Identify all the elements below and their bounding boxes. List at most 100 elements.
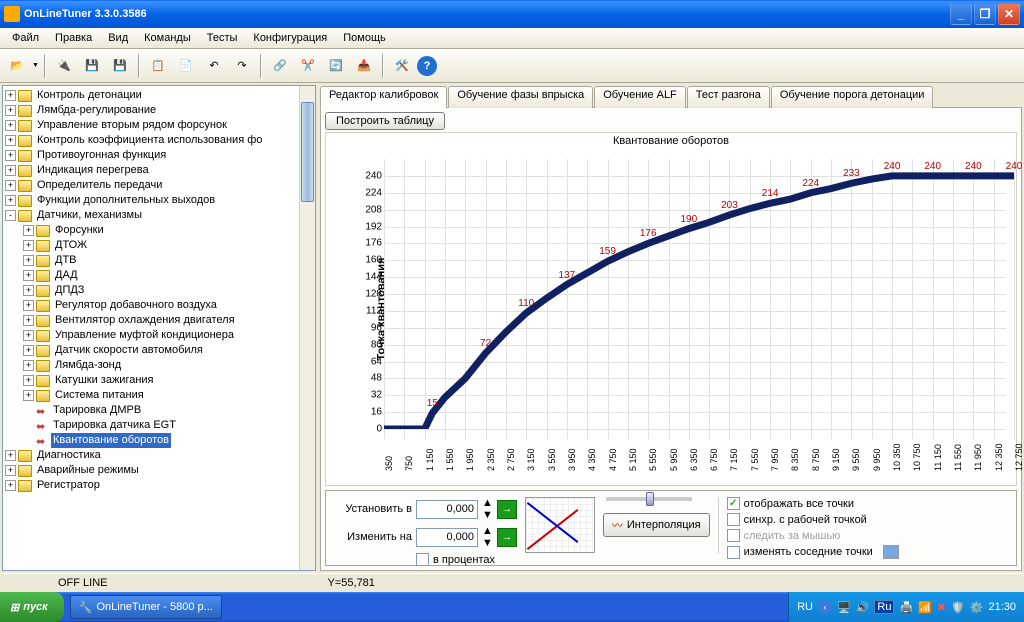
menu-6[interactable]: Помощь bbox=[335, 30, 394, 46]
expander-icon[interactable] bbox=[23, 405, 34, 416]
tray-langbox[interactable]: Ru bbox=[874, 600, 894, 614]
expander-icon[interactable]: + bbox=[5, 195, 16, 206]
tree-label[interactable]: Противоугонная функция bbox=[35, 148, 168, 163]
color-swatch[interactable] bbox=[883, 545, 899, 559]
expander-icon[interactable]: + bbox=[5, 450, 16, 461]
tree-item[interactable]: + Катушки зажигания bbox=[5, 373, 315, 388]
tree-item[interactable]: +Система питания bbox=[5, 388, 315, 403]
tray-icon[interactable]: 🖨️ bbox=[899, 601, 913, 614]
start-button[interactable]: ⊞пуск bbox=[0, 592, 64, 622]
checkbox-0[interactable]: ✓ bbox=[727, 497, 740, 510]
tree-item[interactable]: +Индикация перегрева bbox=[5, 163, 315, 178]
set-input[interactable] bbox=[416, 500, 478, 519]
tree-label[interactable]: Катушки зажигания bbox=[53, 373, 156, 388]
tree-label[interactable]: Функции дополнительных выходов bbox=[35, 193, 217, 208]
tab-3[interactable]: Тест разгона bbox=[687, 86, 770, 108]
tree-label[interactable]: Аварийные режимы bbox=[35, 463, 141, 478]
tray-icon[interactable]: 🔊 bbox=[856, 601, 870, 614]
expander-icon[interactable]: + bbox=[5, 480, 16, 491]
tree-item[interactable]: +Датчик скорости автомобиля bbox=[5, 343, 315, 358]
expander-icon[interactable]: + bbox=[23, 255, 34, 266]
tree-item[interactable]: + Контроль детонации bbox=[5, 88, 315, 103]
copy-icon[interactable]: 📋 bbox=[145, 53, 171, 79]
connect-icon[interactable]: 🔗 bbox=[267, 53, 293, 79]
tree-label[interactable]: ДТВ bbox=[53, 253, 79, 268]
checkbox-3[interactable] bbox=[727, 546, 740, 559]
tree-item[interactable]: + Аварийные режимы bbox=[5, 463, 315, 478]
tree-item[interactable]: + ДТВ bbox=[5, 253, 315, 268]
maximize-button[interactable]: ❐ bbox=[974, 3, 996, 25]
tree-label[interactable]: Регулятор добавочного воздуха bbox=[53, 298, 219, 313]
tab-1[interactable]: Обучение фазы впрыска bbox=[448, 86, 593, 108]
tree-item[interactable]: +Управление муфтой кондиционера bbox=[5, 328, 315, 343]
expander-icon[interactable]: - bbox=[5, 210, 16, 221]
tree-item[interactable]: +Определитель передачи bbox=[5, 178, 315, 193]
tree-label[interactable]: Форсунки bbox=[53, 223, 106, 238]
tree-label[interactable]: Контроль коэффициента использования фо bbox=[35, 133, 264, 148]
tray-icon[interactable]: ✖ bbox=[937, 601, 946, 614]
expander-icon[interactable]: + bbox=[23, 375, 34, 386]
tray-lang[interactable]: RU bbox=[797, 601, 813, 613]
build-table-button[interactable]: Построить таблицу bbox=[325, 112, 445, 130]
tab-0[interactable]: Редактор калибровок bbox=[320, 86, 447, 108]
slider-1[interactable] bbox=[606, 497, 692, 501]
tree-label[interactable]: Тарировка ДМРВ bbox=[51, 403, 143, 418]
tree-item[interactable]: ⬌Тарировка ДМРВ bbox=[5, 403, 315, 418]
tree-label[interactable]: Лямбда-регулирование bbox=[35, 103, 158, 118]
expander-icon[interactable]: + bbox=[5, 135, 16, 146]
expander-icon[interactable]: + bbox=[5, 90, 16, 101]
tree-label[interactable]: Индикация перегрева bbox=[35, 163, 151, 178]
expander-icon[interactable]: + bbox=[5, 465, 16, 476]
tree-item[interactable]: -Датчики, механизмы bbox=[5, 208, 315, 223]
expander-icon[interactable]: + bbox=[23, 360, 34, 371]
tray-icon[interactable]: 🖥️ bbox=[837, 601, 851, 614]
redo-icon[interactable]: ↷ bbox=[229, 53, 255, 79]
tree-label[interactable]: ДТОЖ bbox=[53, 238, 89, 253]
tree-item[interactable]: +ДТОЖ bbox=[5, 238, 315, 253]
tree-label[interactable]: Регистратор bbox=[35, 478, 102, 493]
expander-icon[interactable]: + bbox=[5, 150, 16, 161]
save-icon[interactable]: 💾 bbox=[79, 53, 105, 79]
save-as-icon[interactable]: 💾 bbox=[107, 53, 133, 79]
disconnect-icon[interactable]: ✂️ bbox=[295, 53, 321, 79]
tree-item[interactable]: +ДПДЗ bbox=[5, 283, 315, 298]
expander-icon[interactable]: + bbox=[23, 330, 34, 341]
tree-item[interactable]: ⬌Тарировка датчика EGT bbox=[5, 418, 315, 433]
interpolation-button[interactable]: 〰 Интерполяция bbox=[603, 513, 710, 537]
tree-item[interactable]: + Управление вторым рядом форсунок bbox=[5, 118, 315, 133]
tree-item[interactable]: + Функции дополнительных выходов bbox=[5, 193, 315, 208]
help-icon[interactable]: ? bbox=[417, 56, 437, 76]
tree-label[interactable]: Управление вторым рядом форсунок bbox=[35, 118, 229, 133]
expander-icon[interactable]: + bbox=[23, 300, 34, 311]
tree-item[interactable]: + Регистратор bbox=[5, 478, 315, 493]
close-button[interactable]: ✕ bbox=[998, 3, 1020, 25]
expander-icon[interactable] bbox=[23, 420, 34, 431]
menu-3[interactable]: Команды bbox=[136, 30, 199, 46]
tray-chevron-icon[interactable]: ‹ bbox=[818, 600, 832, 614]
menu-5[interactable]: Конфигурация bbox=[245, 30, 335, 46]
tree-item[interactable]: + Лямбда-зонд bbox=[5, 358, 315, 373]
tray-icon[interactable]: ⚙️ bbox=[970, 601, 984, 614]
tree-scrollbar[interactable] bbox=[299, 86, 315, 570]
tray-icon[interactable]: 🛡️ bbox=[951, 601, 965, 614]
expander-icon[interactable] bbox=[23, 435, 34, 446]
expander-icon[interactable]: + bbox=[23, 390, 34, 401]
tree-label[interactable]: Определитель передачи bbox=[35, 178, 164, 193]
checkbox-1[interactable] bbox=[727, 513, 740, 526]
tree-label[interactable]: Контроль детонации bbox=[35, 88, 144, 103]
menu-1[interactable]: Правка bbox=[47, 30, 100, 46]
tree-item[interactable]: + Регулятор добавочного воздуха bbox=[5, 298, 315, 313]
change-apply-button[interactable]: → bbox=[497, 528, 517, 547]
tree-label[interactable]: Лямбда-зонд bbox=[53, 358, 123, 373]
refresh-icon[interactable]: 🔄 bbox=[323, 53, 349, 79]
tree-label[interactable]: ДПДЗ bbox=[53, 283, 86, 298]
undo-icon[interactable]: ↶ bbox=[201, 53, 227, 79]
set-apply-button[interactable]: → bbox=[497, 500, 517, 519]
open-file-icon[interactable]: 📂 bbox=[4, 53, 30, 79]
expander-icon[interactable]: + bbox=[5, 120, 16, 131]
expander-icon[interactable]: + bbox=[23, 315, 34, 326]
paste-icon[interactable]: 📄 bbox=[173, 53, 199, 79]
tree-item[interactable]: +Диагностика bbox=[5, 448, 315, 463]
change-input[interactable] bbox=[416, 528, 478, 547]
tray-icon[interactable]: 📶 bbox=[918, 601, 932, 614]
